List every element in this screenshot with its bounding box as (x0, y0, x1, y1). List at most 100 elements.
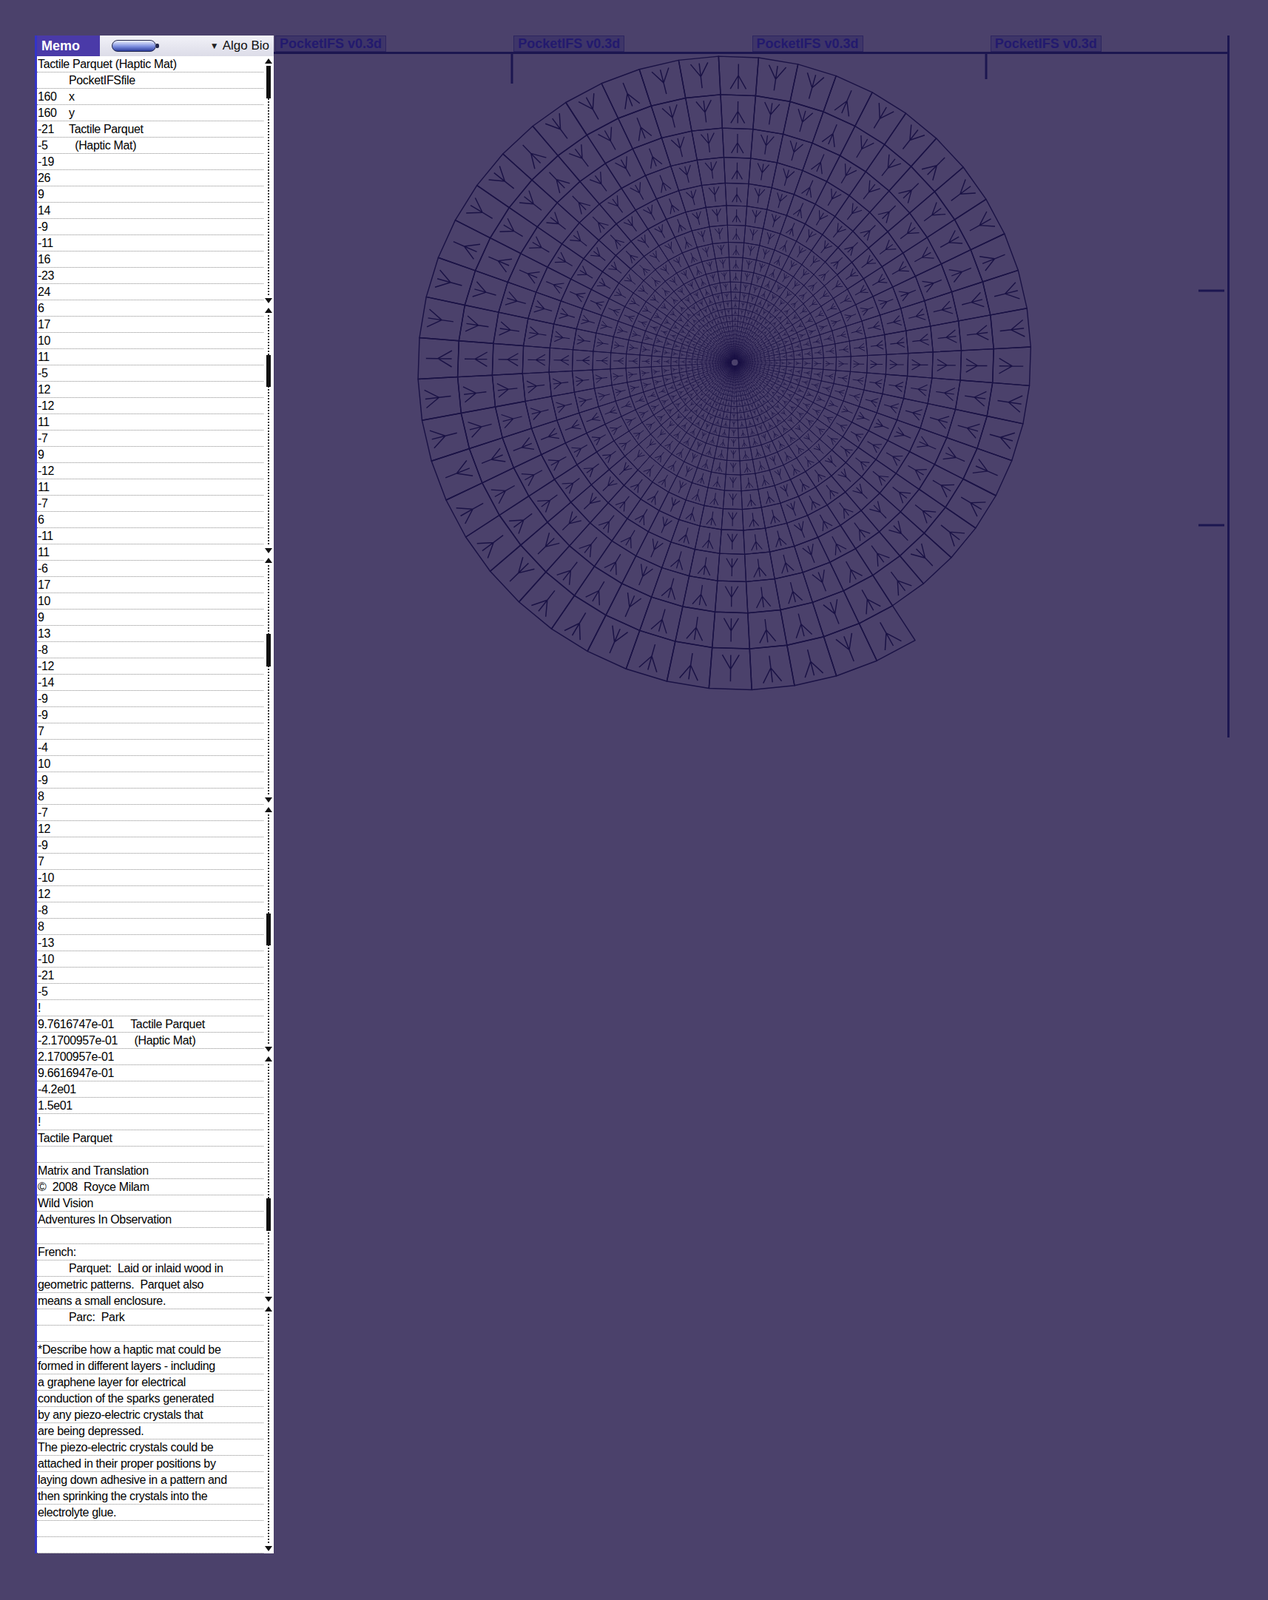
scroll-up-icon[interactable] (264, 307, 273, 313)
memo-line[interactable]: 26 (36, 170, 264, 187)
memo-line[interactable]: French: (36, 1244, 264, 1261)
memo-line[interactable]: -11 (36, 528, 264, 545)
memo-line[interactable]: 10 (36, 593, 264, 610)
scroll-track[interactable] (267, 1063, 270, 1294)
memo-line[interactable]: 9 (36, 609, 264, 626)
scroll-down-icon[interactable] (264, 298, 273, 304)
scrollbar-segment[interactable] (263, 1054, 274, 1304)
dropdown-arrow-icon[interactable]: ▼ (210, 40, 219, 52)
scrollbar-segment[interactable] (263, 56, 274, 306)
scroll-up-icon[interactable] (264, 58, 273, 64)
scrollbar-segment[interactable] (263, 804, 274, 1055)
memo-line[interactable]: 9.6616947e-01 (36, 1065, 264, 1082)
memo-line[interactable]: -21Tactile Parquet (36, 121, 264, 138)
memo-line[interactable]: -8 (36, 902, 264, 919)
memo-line[interactable]: 7 (36, 723, 264, 740)
memo-line[interactable]: The piezo-electric crystals could be (36, 1439, 264, 1456)
scroll-down-icon[interactable] (264, 1046, 273, 1052)
memo-line[interactable]: attached in their proper positions by (36, 1455, 264, 1473)
memo-line[interactable]: -9 (36, 772, 264, 789)
category-selector[interactable]: ▼Algo Bio (210, 38, 270, 54)
memo-line[interactable]: ! (36, 1114, 264, 1131)
memo-line[interactable]: -14 (36, 674, 264, 691)
memo-line[interactable]: -9 (36, 837, 264, 854)
memo-line[interactable]: 9 (36, 186, 264, 203)
memo-line[interactable]: Adventures In Observation (36, 1211, 264, 1229)
scrollbar[interactable] (263, 56, 274, 1554)
memo-line[interactable]: 17 (36, 316, 264, 333)
memo-line[interactable]: -5 (Haptic Mat) (36, 137, 264, 154)
memo-line[interactable]: 1.5e01 (36, 1097, 264, 1115)
memo-line[interactable]: 7 (36, 853, 264, 870)
memo-line[interactable]: -9 (36, 690, 264, 708)
memo-line[interactable]: 11 (36, 544, 264, 561)
memo-line[interactable]: Parquet: Laid or inlaid wood in (36, 1260, 264, 1277)
scroll-down-icon[interactable] (264, 1296, 273, 1303)
scroll-down-icon[interactable] (264, 548, 273, 554)
scroll-down-icon[interactable] (264, 1546, 273, 1552)
memo-line[interactable]: conduction of the sparks generated (36, 1390, 264, 1408)
scrollbar-segment[interactable] (263, 305, 274, 555)
memo-line[interactable]: 12 (36, 886, 264, 903)
ifs-tab[interactable]: PocketIFS v0.3d (513, 35, 625, 52)
memo-line[interactable]: 9 (36, 446, 264, 464)
memo-line[interactable]: -12 (36, 398, 264, 415)
scroll-up-icon[interactable] (264, 1056, 273, 1062)
memo-line[interactable]: are being depressed. (36, 1423, 264, 1440)
memo-line[interactable]: -5 (36, 983, 264, 1001)
memo-line[interactable]: -10 (36, 869, 264, 887)
memo-line[interactable]: -2.1700957e-01 (Haptic Mat) (36, 1032, 264, 1050)
memo-line[interactable]: electrolyte glue. (36, 1504, 264, 1522)
memo-line[interactable]: -12 (36, 658, 264, 675)
scroll-up-icon[interactable] (264, 807, 273, 813)
scrollbar-segment[interactable] (263, 555, 274, 805)
memo-line[interactable]: 13 (36, 625, 264, 643)
scroll-thumb[interactable] (266, 355, 271, 388)
memo-line[interactable]: -4 (36, 739, 264, 757)
scroll-thumb[interactable] (266, 634, 271, 667)
memo-line[interactable]: PocketIFSfile (36, 72, 264, 89)
memo-line[interactable]: 8 (36, 788, 264, 805)
memo-line[interactable]: 160y (36, 105, 264, 122)
memo-line[interactable]: © 2008 Royce Milam (36, 1179, 264, 1196)
scroll-track[interactable] (267, 1313, 270, 1544)
memo-line[interactable]: -8 (36, 642, 264, 659)
memo-line[interactable]: -23 (36, 267, 264, 285)
memo-line[interactable]: -12 (36, 463, 264, 480)
scroll-track[interactable] (267, 565, 270, 796)
memo-line[interactable]: 10 (36, 332, 264, 350)
memo-line[interactable]: -9 (36, 218, 264, 236)
memo-line[interactable]: 6 (36, 300, 264, 317)
memo-line[interactable]: then sprinking the crystals into the (36, 1488, 264, 1505)
memo-line[interactable]: -9 (36, 707, 264, 724)
memo-line[interactable]: formed in different layers - including (36, 1358, 264, 1375)
memo-line[interactable] (36, 1537, 264, 1554)
ifs-tab[interactable]: PocketIFS v0.3d (752, 35, 864, 52)
memo-line[interactable]: ! (36, 1000, 264, 1017)
memo-line[interactable]: 2.1700957e-01 (36, 1049, 264, 1066)
memo-line[interactable] (36, 1521, 264, 1538)
memo-line[interactable]: 8 (36, 918, 264, 936)
memo-line[interactable]: 10 (36, 756, 264, 773)
memo-line[interactable]: 11 (36, 414, 264, 431)
memo-line[interactable]: 6 (36, 511, 264, 529)
memo-line[interactable]: Tactile Parquet (Haptic Mat) (36, 56, 264, 73)
memo-line[interactable] (36, 1325, 264, 1342)
scroll-track[interactable] (267, 315, 270, 546)
scroll-thumb[interactable] (266, 913, 271, 947)
scroll-up-icon[interactable] (264, 1306, 273, 1312)
memo-line[interactable]: a graphene layer for electrical (36, 1374, 264, 1391)
memo-line[interactable]: -21 (36, 967, 264, 984)
scroll-track[interactable] (267, 814, 270, 1045)
memo-line[interactable]: 11 (36, 349, 264, 366)
memo-line[interactable]: -7 (36, 804, 264, 822)
scroll-thumb[interactable] (266, 65, 271, 99)
memo-line[interactable]: geometric patterns. Parquet also (36, 1276, 264, 1294)
scroll-track[interactable] (267, 65, 270, 296)
memo-line[interactable]: -11 (36, 235, 264, 252)
memo-line[interactable]: 160x (36, 88, 264, 106)
memo-line[interactable] (36, 1146, 264, 1163)
ifs-tab[interactable]: PocketIFS v0.3d (990, 35, 1102, 52)
memo-line[interactable]: Matrix and Translation (36, 1162, 264, 1180)
memo-line[interactable]: -7 (36, 495, 264, 512)
